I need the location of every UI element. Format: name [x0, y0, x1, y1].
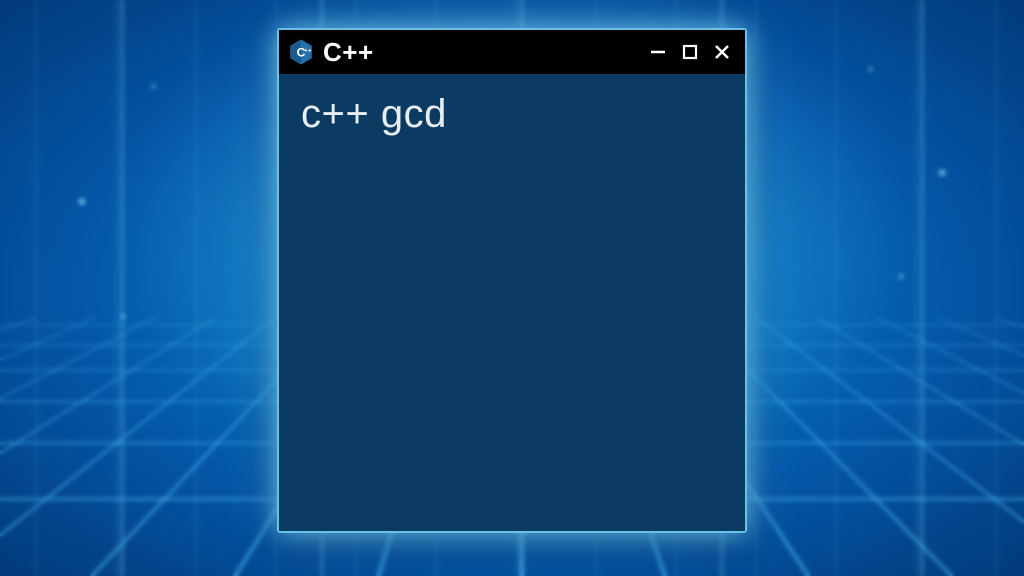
maximize-button[interactable] [677, 39, 703, 65]
cpp-logo-icon: C + + [287, 38, 315, 66]
body-text: c++ gcd [301, 92, 723, 137]
window-controls [645, 39, 735, 65]
minimize-button[interactable] [645, 39, 671, 65]
close-button[interactable] [709, 39, 735, 65]
window-title: C++ [323, 37, 637, 68]
application-window: C + + C++ c++ gcd [277, 28, 747, 533]
titlebar[interactable]: C + + C++ [279, 30, 745, 74]
window-body: c++ gcd [279, 74, 745, 531]
svg-text:+: + [308, 47, 312, 54]
